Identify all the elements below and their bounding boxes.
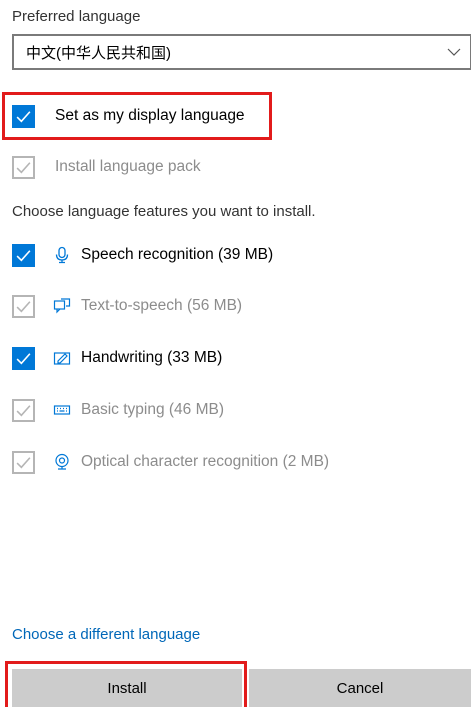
features-heading: Choose language features you want to ins… [12,203,316,220]
text-to-speech-label: Text-to-speech (56 MB) [81,297,243,314]
ocr-checkbox [12,450,35,474]
preferred-language-label: Preferred language [12,8,141,25]
basic-typing-label: Basic typing (46 MB) [81,401,224,418]
dropdown-selected-value: 中文(中华人民共和国) [26,44,171,62]
checkmark-icon [16,404,31,416]
chevron-down-icon [447,48,461,56]
display-language-option[interactable]: Set as my display language [12,101,245,131]
checkmark-icon [16,352,31,364]
language-pack-label: Install language pack [55,158,201,175]
display-language-label: Set as my display language [55,107,245,124]
feature-speech-recognition[interactable]: Speech recognition (39 MB) [12,240,273,270]
language-pack-option: Install language pack [12,152,201,182]
text-to-speech-checkbox [12,294,35,318]
checkmark-icon [16,249,31,261]
speech-recognition-checkbox[interactable] [12,243,35,267]
cancel-button[interactable]: Cancel [249,669,471,707]
handwriting-checkbox[interactable] [12,346,35,370]
feature-basic-typing: Basic typing (46 MB) [12,395,224,425]
feature-ocr: Optical character recognition (2 MB) [12,447,329,477]
choose-different-language-link[interactable]: Choose a different language [12,626,200,643]
display-language-checkbox[interactable] [12,104,35,128]
ocr-label: Optical character recognition (2 MB) [81,453,330,470]
handwriting-label: Handwriting (33 MB) [81,349,223,366]
checkmark-icon [16,300,31,312]
install-button-highlight [5,661,247,707]
feature-handwriting[interactable]: Handwriting (33 MB) [12,343,222,373]
feature-text-to-speech: Text-to-speech (56 MB) [12,291,242,321]
preferred-language-dropdown[interactable]: 中文(中华人民共和国) [12,34,471,70]
basic-typing-checkbox [12,398,35,422]
checkmark-icon [16,110,31,122]
checkmark-icon [16,161,31,173]
microphone-icon [55,246,69,264]
keyboard-icon [53,405,71,415]
speech-bubble-icon [53,298,71,314]
language-pack-checkbox [12,155,35,179]
pen-icon [53,352,71,365]
checkmark-icon [16,456,31,468]
speech-recognition-label: Speech recognition (39 MB) [81,246,274,263]
webcam-icon [55,453,69,470]
